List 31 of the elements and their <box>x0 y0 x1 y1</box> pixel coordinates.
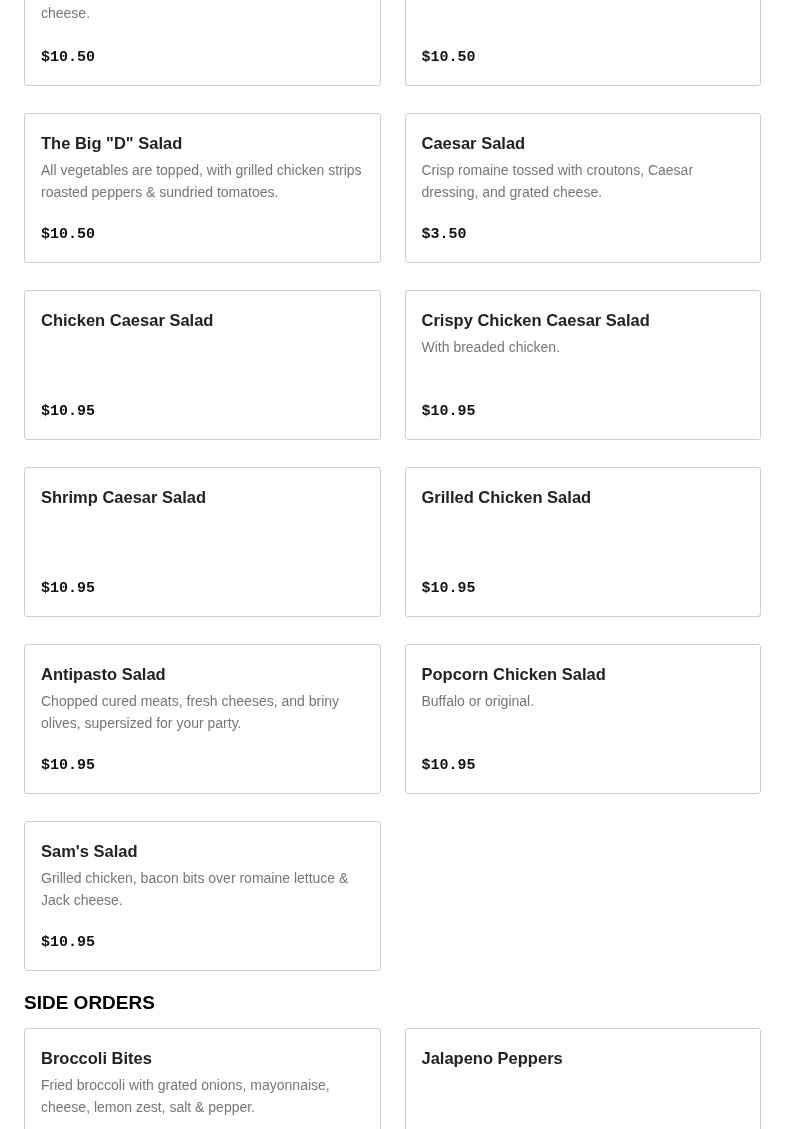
item-name: Crispy Chicken Caesar Salad <box>421 310 651 331</box>
item-price: $10.95 <box>41 579 96 599</box>
item-description: Fried broccoli with grated onions, mayonnaise, cheese, lemon zest, salt & pepper. <box>41 1076 331 1117</box>
item-price: $10.95 <box>41 933 96 953</box>
item-name: Chicken Caesar Salad <box>41 310 215 331</box>
item-name: Shrimp Caesar Salad <box>41 487 208 508</box>
item-price: $10.95 <box>421 756 477 776</box>
item-name: Grilled Chicken Salad <box>421 487 593 508</box>
item-name: Antipasto Salad <box>41 664 167 685</box>
item-name: Jalapeno Peppers <box>421 1048 564 1069</box>
item-name: The Big "D" Salad <box>41 133 184 154</box>
item-price: $10.95 <box>421 579 477 599</box>
item-description: Chopped cured meats, fresh cheeses, and briny olives, supersized for your party. <box>41 692 341 733</box>
item-name: Broccoli Bites <box>41 1048 153 1069</box>
item-price: $10.95 <box>41 756 96 776</box>
item-description: All vegetables are topped, with grilled chicken strips roasted peppers & sundried tomatoes. <box>41 161 363 202</box>
item-name: Sam's Salad <box>41 841 139 862</box>
item-description: cheese. <box>41 4 92 23</box>
item-description: With breaded chicken. <box>421 338 562 357</box>
item-description: Crisp romaine tossed with croutons, Caesar dressing, and grated cheese. <box>421 161 695 202</box>
item-price: $10.95 <box>41 402 96 422</box>
item-price: $3.50 <box>421 225 468 245</box>
item-price: $10.95 <box>421 402 477 422</box>
item-price: $10.50 <box>41 48 96 68</box>
item-name: Popcorn Chicken Salad <box>421 664 607 685</box>
item-description: Grilled chicken, bacon bits over romaine lettuce & Jack cheese. <box>41 869 350 910</box>
section-heading: SIDE ORDERS <box>24 991 156 1015</box>
item-price: $10.50 <box>421 48 477 68</box>
item-description: Buffalo or original. <box>421 692 536 711</box>
item-price: $10.50 <box>41 225 96 245</box>
item-name: Caesar Salad <box>421 133 527 154</box>
